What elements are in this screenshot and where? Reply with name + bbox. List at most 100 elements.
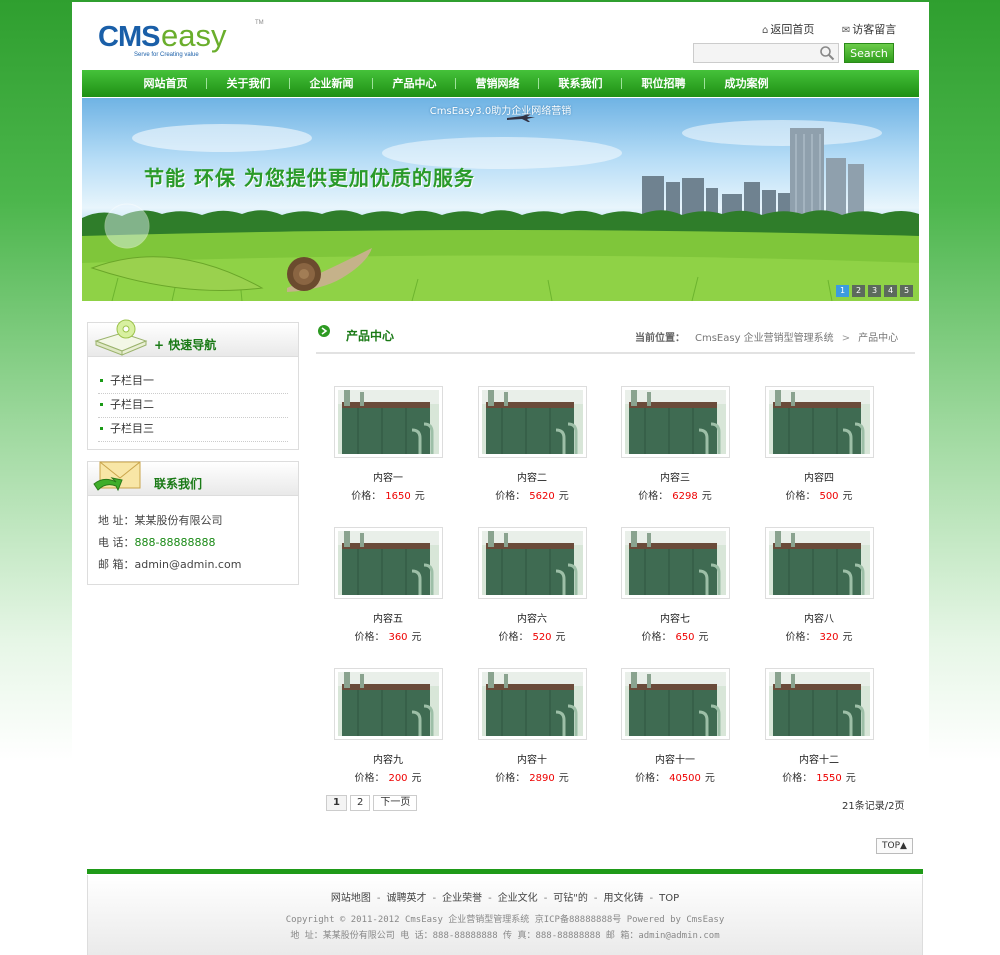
contact-title: 联系我们 xyxy=(154,477,203,491)
product-card[interactable]: 内容九 价格： 200 元 xyxy=(328,668,448,784)
page-2-button[interactable]: 2 xyxy=(349,795,371,811)
next-page-button[interactable]: 下一页 xyxy=(373,795,418,811)
product-card[interactable]: 内容十 价格： 2890 元 xyxy=(472,668,592,784)
slide-dot-1[interactable]: 1 xyxy=(836,285,849,297)
footer-bar xyxy=(87,869,923,874)
footer-link-casting[interactable]: 用文化铸 xyxy=(604,893,644,904)
contact-address: 地 址：某某股份有限公司 xyxy=(98,514,223,527)
product-name[interactable]: 内容三 xyxy=(615,469,735,484)
product-card[interactable]: 内容十一 价格： 40500 元 xyxy=(615,668,735,784)
search-input[interactable] xyxy=(693,43,839,63)
product-name[interactable]: 内容二 xyxy=(472,469,592,484)
price-unit: 元 xyxy=(558,491,569,502)
product-card[interactable]: 内容一价格： 1650 元 xyxy=(328,386,448,502)
product-card[interactable]: 内容二 价格： 5620 元 xyxy=(472,386,592,502)
price-value: 200 xyxy=(388,773,408,784)
breadcrumb-item-current[interactable]: 产品中心 xyxy=(858,333,898,344)
cmseasy-logo[interactable]: CMS easy TM Serve for Creating value xyxy=(98,16,273,58)
slide-dot-3[interactable]: 3 xyxy=(868,285,881,297)
product-name[interactable]: 内容八 xyxy=(759,610,879,625)
product-card[interactable]: 内容八 价格： 320 元 xyxy=(759,527,879,643)
product-image[interactable] xyxy=(764,668,874,740)
product-image[interactable] xyxy=(620,527,730,599)
price-label: 价格： xyxy=(495,773,526,784)
footer-link-drill[interactable]: 可钻"的 xyxy=(553,893,588,904)
nav-item-cases[interactable]: 成功案例 xyxy=(705,70,788,97)
product-image[interactable] xyxy=(764,527,874,599)
quick-nav-item-2[interactable]: 子栏目二 xyxy=(98,394,288,418)
quick-nav-box: + 快速导航 子栏目一 子栏目二 子栏目三 xyxy=(87,319,299,450)
breadcrumb-separator: > xyxy=(841,333,851,344)
page-1-button[interactable]: 1 xyxy=(326,795,347,811)
product-image[interactable] xyxy=(620,386,730,458)
product-name[interactable]: 内容一 xyxy=(328,469,448,484)
book-cd-icon xyxy=(94,319,148,356)
guestbook-link[interactable]: ✉ 访客留言 xyxy=(842,21,896,37)
page-title: 产品中心 xyxy=(346,329,395,343)
product-name[interactable]: 内容九 xyxy=(328,751,448,766)
product-name[interactable]: 内容十二 xyxy=(759,751,879,766)
price-value: 500 xyxy=(819,491,839,502)
contact-phone: 888-88888888 xyxy=(134,536,216,549)
nav-item-about[interactable]: 关于我们 xyxy=(207,70,290,97)
nav-item-network[interactable]: 营销网络 xyxy=(456,70,539,97)
product-price: 价格： 1650 元 xyxy=(328,487,448,502)
product-name[interactable]: 内容十一 xyxy=(615,751,735,766)
product-image[interactable] xyxy=(620,668,730,740)
nav-item-home[interactable]: 网站首页 xyxy=(124,70,207,97)
product-card[interactable]: 内容六 价格： 520 元 xyxy=(472,527,592,643)
product-name[interactable]: 内容十 xyxy=(472,751,592,766)
footer-link-top[interactable]: TOP xyxy=(659,893,679,904)
slide-dot-5[interactable]: 5 xyxy=(900,285,913,297)
search-button[interactable]: Search xyxy=(844,43,894,63)
product-image[interactable] xyxy=(333,668,443,740)
title-divider xyxy=(316,352,915,354)
product-name[interactable]: 内容五 xyxy=(328,610,448,625)
price-unit: 元 xyxy=(842,632,853,643)
product-price: 价格： 360 元 xyxy=(328,628,448,643)
footer-link-jobs[interactable]: 诚聘英才 xyxy=(386,893,426,904)
product-card[interactable]: 内容五价格： 360 元 xyxy=(328,527,448,643)
product-card[interactable]: 内容四 价格： 500 元 xyxy=(759,386,879,502)
banner-slogan: 节能 环保 为您提供更加优质的服务 xyxy=(144,166,475,190)
quick-nav-item-1[interactable]: 子栏目一 xyxy=(98,370,288,394)
back-to-top-button[interactable]: TOP▲ xyxy=(876,838,913,854)
footer-sep: - xyxy=(432,893,437,904)
price-unit: 元 xyxy=(698,632,709,643)
product-name[interactable]: 内容六 xyxy=(472,610,592,625)
product-card[interactable]: 内容七 价格： 650 元 xyxy=(615,527,735,643)
home-icon: ⌂ xyxy=(762,25,769,36)
product-image[interactable] xyxy=(333,386,443,458)
guestbook-icon: ✉ xyxy=(841,25,851,36)
product-image[interactable] xyxy=(477,386,587,458)
nav-item-contact[interactable]: 联系我们 xyxy=(539,70,622,97)
footer-sep: - xyxy=(543,893,548,904)
footer-link-honors[interactable]: 企业荣誉 xyxy=(442,893,482,904)
search-icon[interactable] xyxy=(819,45,835,61)
product-image[interactable] xyxy=(333,527,443,599)
product-image[interactable] xyxy=(477,668,587,740)
slide-dot-2[interactable]: 2 xyxy=(852,285,865,297)
quick-nav-item-3[interactable]: 子栏目三 xyxy=(98,418,288,442)
price-unit: 元 xyxy=(704,773,715,784)
footer-link-sitemap[interactable]: 网站地图 xyxy=(331,893,371,904)
price-label: 价格： xyxy=(635,773,666,784)
product-card[interactable]: 内容三 价格： 6298 元 xyxy=(615,386,735,502)
nav-item-news[interactable]: 企业新闻 xyxy=(290,70,373,97)
hero-banner[interactable]: CmsEasy3.0助力企业网络营销 节能 环保 为您提供更加优质的服务 1 2… xyxy=(82,98,919,301)
price-label: 价格： xyxy=(785,632,816,643)
product-image[interactable] xyxy=(764,386,874,458)
product-name[interactable]: 内容四 xyxy=(759,469,879,484)
breadcrumb-item-site[interactable]: CmsEasy 企业营销型管理系统 xyxy=(695,333,834,344)
home-link[interactable]: ⌂ 返回首页 xyxy=(762,21,814,37)
footer-link-culture[interactable]: 企业文化 xyxy=(498,893,538,904)
nav-item-jobs[interactable]: 职位招聘 xyxy=(622,70,705,97)
slide-dot-4[interactable]: 4 xyxy=(884,285,897,297)
price-unit: 元 xyxy=(555,632,566,643)
product-name[interactable]: 内容七 xyxy=(615,610,735,625)
footer-address: 地 址：某某股份有限公司 电 话：888-88888888 传 真：888-88… xyxy=(290,931,720,941)
product-image[interactable] xyxy=(477,527,587,599)
product-card[interactable]: 内容十二 价格： 1550 元 xyxy=(759,668,879,784)
nav-item-products[interactable]: 产品中心 xyxy=(373,70,456,97)
price-unit: 元 xyxy=(558,773,569,784)
